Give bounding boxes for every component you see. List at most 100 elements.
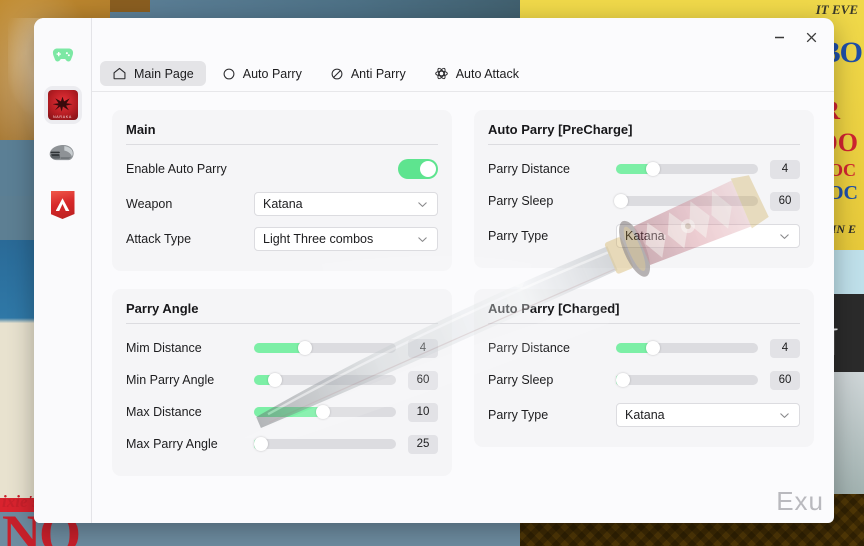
tab-main-page[interactable]: Main Page xyxy=(100,61,206,86)
close-button[interactable] xyxy=(796,24,826,50)
row-precharge-parry-distance: Parry Distance 4 xyxy=(488,155,800,183)
divider xyxy=(488,323,800,324)
charged-parry-type-label: Parry Type xyxy=(488,408,549,422)
precharge-parry-distance-label: Parry Distance xyxy=(488,162,570,176)
slider-thumb[interactable] xyxy=(645,341,660,355)
precharge-parry-distance-value: 4 xyxy=(770,159,800,179)
row-charged-parry-type: Parry Type Katana xyxy=(488,401,800,429)
title-bar xyxy=(92,18,834,56)
naraka-icon xyxy=(47,90,78,120)
tab-auto-attack-label: Auto Attack xyxy=(455,66,519,81)
close-icon xyxy=(806,32,816,42)
row-precharge-parry-sleep: Parry Sleep 60 xyxy=(488,187,800,215)
sidebar-item-naraka[interactable] xyxy=(43,86,82,124)
charged-parry-sleep-value: 60 xyxy=(770,370,800,390)
weapon-select[interactable]: Katana xyxy=(254,192,438,216)
minimize-button[interactable] xyxy=(764,24,794,50)
chevron-down-icon xyxy=(418,201,427,207)
row-mim-distance: Mim Distance 4 xyxy=(126,334,438,362)
charged-parry-distance-label: Parry Distance xyxy=(488,341,570,355)
charged-parry-type-value: Katana xyxy=(625,408,665,422)
precharge-parry-sleep-slider[interactable] xyxy=(614,194,758,208)
slider-thumb[interactable] xyxy=(615,373,630,387)
slider-fill xyxy=(254,343,304,353)
card-auto-parry-precharge: Auto Parry [PreCharge] Parry Distance 4 … xyxy=(474,110,814,268)
chevron-down-icon xyxy=(780,233,789,239)
precharge-parry-type-select[interactable]: Katana xyxy=(616,224,800,248)
row-precharge-parry-type: Parry Type Katana xyxy=(488,222,800,250)
row-max-parry-angle: Max Parry Angle 25 xyxy=(126,430,438,458)
chevron-down-icon xyxy=(418,236,427,242)
card-parry-angle-title: Parry Angle xyxy=(126,301,199,316)
attack-type-select[interactable]: Light Three combos xyxy=(254,227,438,251)
card-auto-parry-charged: Auto Parry [Charged] Parry Distance 4 Pa… xyxy=(474,289,814,447)
max-parry-angle-value: 25 xyxy=(408,434,438,454)
card-auto-parry-charged-title: Auto Parry [Charged] xyxy=(488,301,620,316)
enable-auto-parry-label: Enable Auto Parry xyxy=(126,162,227,176)
card-auto-parry-precharge-title: Auto Parry [PreCharge] xyxy=(488,122,633,137)
charged-parry-distance-value: 4 xyxy=(770,338,800,358)
minimize-icon xyxy=(774,36,784,38)
slider-thumb[interactable] xyxy=(316,405,331,419)
precharge-parry-type-value: Katana xyxy=(625,229,665,243)
row-charged-parry-sleep: Parry Sleep 60 xyxy=(488,366,800,394)
max-parry-angle-label: Max Parry Angle xyxy=(126,437,218,451)
helmet-icon xyxy=(49,145,74,161)
apex-icon xyxy=(50,191,75,219)
mim-distance-label: Mim Distance xyxy=(126,341,202,355)
wallpaper-top-orange xyxy=(110,0,150,12)
min-parry-angle-label: Min Parry Angle xyxy=(126,373,215,387)
wallpaper-right-text-1: IT EVE xyxy=(815,2,858,17)
tab-anti-parry-label: Anti Parry xyxy=(350,66,406,81)
weapon-value: Katana xyxy=(263,197,303,211)
attack-type-label: Attack Type xyxy=(126,232,192,246)
tab-auto-attack[interactable]: Auto Attack xyxy=(422,61,531,86)
row-charged-parry-distance: Parry Distance 4 xyxy=(488,334,800,362)
gamepad-icon xyxy=(52,48,73,62)
charged-parry-type-select[interactable]: Katana xyxy=(616,403,800,427)
watermark-text: Exu xyxy=(776,486,824,516)
tab-anti-parry[interactable]: Anti Parry xyxy=(318,62,418,86)
max-distance-label: Max Distance xyxy=(126,405,202,419)
circle-icon xyxy=(223,68,235,79)
charged-parry-sleep-label: Parry Sleep xyxy=(488,373,554,387)
sidebar-item-apex[interactable] xyxy=(44,186,82,224)
tab-auto-parry-label: Auto Parry xyxy=(242,66,302,81)
tab-auto-parry[interactable]: Auto Parry xyxy=(210,62,314,86)
card-main-title: Main xyxy=(126,122,156,137)
mim-distance-slider[interactable] xyxy=(254,341,396,355)
home-icon xyxy=(113,67,126,80)
divider xyxy=(126,323,438,324)
slider-thumb[interactable] xyxy=(297,341,312,355)
row-min-parry-angle: Min Parry Angle 60 xyxy=(126,366,438,394)
charged-parry-sleep-slider[interactable] xyxy=(615,373,758,387)
slider-fill xyxy=(254,407,323,417)
precharge-parry-sleep-label: Parry Sleep xyxy=(488,194,554,208)
mim-distance-value: 4 xyxy=(408,338,438,358)
slider-thumb[interactable] xyxy=(253,437,268,451)
sidebar-item-gamepad[interactable] xyxy=(44,36,82,74)
slider-thumb[interactable] xyxy=(645,162,660,176)
no-entry-icon xyxy=(331,68,343,79)
row-weapon: Weapon Katana xyxy=(126,190,438,218)
tab-main-page-label: Main Page xyxy=(134,66,194,81)
charged-parry-distance-slider[interactable] xyxy=(616,341,758,355)
divider xyxy=(488,144,800,145)
min-parry-angle-slider[interactable] xyxy=(254,373,396,387)
enable-auto-parry-toggle[interactable] xyxy=(398,159,438,179)
card-parry-angle: Parry Angle Mim Distance 4 Min Parry Ang… xyxy=(112,289,452,476)
tab-bar: Main Page Auto Parry Anti Parry Auto Att… xyxy=(92,56,834,92)
row-max-distance: Max Distance 10 xyxy=(126,398,438,426)
max-distance-slider[interactable] xyxy=(254,405,396,419)
min-parry-angle-value: 60 xyxy=(408,370,438,390)
sidebar xyxy=(34,18,92,523)
slider-thumb[interactable] xyxy=(267,373,282,387)
row-attack-type: Attack Type Light Three combos xyxy=(126,225,438,253)
divider xyxy=(126,144,438,145)
precharge-parry-distance-slider[interactable] xyxy=(616,162,758,176)
slider-thumb[interactable] xyxy=(614,194,629,208)
precharge-parry-type-label: Parry Type xyxy=(488,229,549,243)
max-parry-angle-slider[interactable] xyxy=(253,437,396,451)
sidebar-item-pubg[interactable] xyxy=(44,136,82,174)
weapon-label: Weapon xyxy=(126,197,173,211)
